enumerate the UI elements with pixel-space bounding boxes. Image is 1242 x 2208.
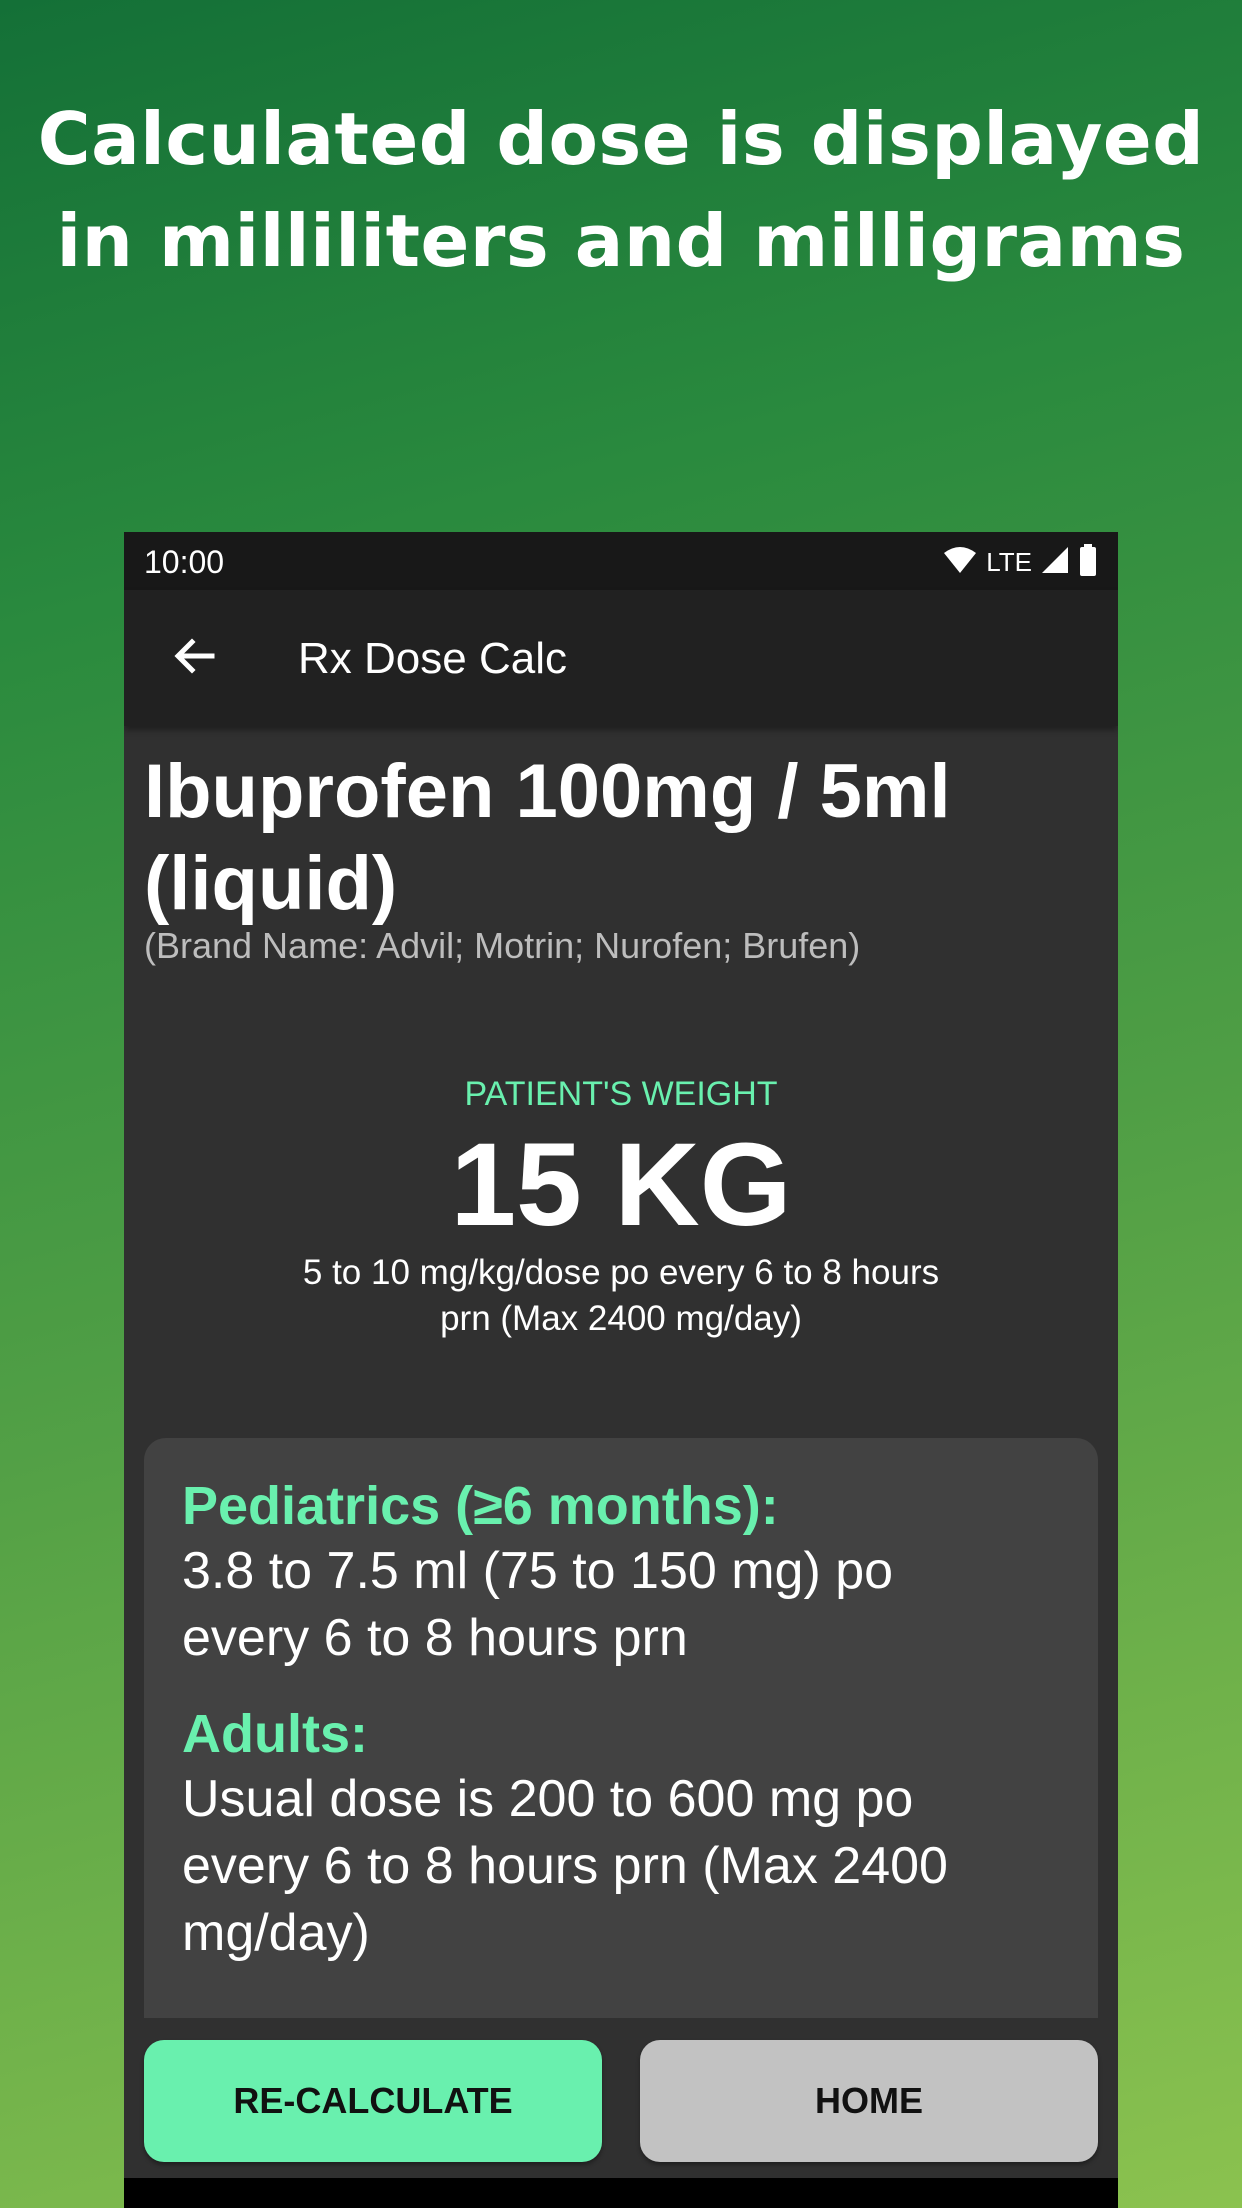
recalculate-button[interactable]: RE-CALCULATE <box>144 2040 602 2162</box>
promo-headline: Calculated dose is displayed in millilit… <box>0 88 1242 292</box>
pediatrics-dose-line2: every 6 to 8 hours prn <box>182 1609 688 1667</box>
dose-rule-line2: prn (Max 2400 mg/day) <box>440 1299 802 1338</box>
signal-icon <box>1040 545 1070 580</box>
dose-results-list: Pediatrics (≥6 months): 3.8 to 7.5 ml (7… <box>182 1474 1062 1967</box>
arrow-left-icon <box>172 634 216 682</box>
status-bar: 10:00 LTE <box>124 532 1118 590</box>
drug-name: Ibuprofen 100mg / 5ml (liquid) <box>144 746 1104 930</box>
adults-dose-line1: Usual dose is 200 to 600 mg po <box>182 1770 914 1828</box>
network-type: LTE <box>986 547 1032 577</box>
dose-results-card[interactable]: Pediatrics (≥6 months): 3.8 to 7.5 ml (7… <box>144 1438 1098 2018</box>
brand-names: (Brand Name: Advil; Motrin; Nurofen; Bru… <box>144 925 861 966</box>
drug-name-line2: (liquid) <box>144 841 398 926</box>
dose-rule-line1: 5 to 10 mg/kg/dose po every 6 to 8 hours <box>302 1253 940 1292</box>
adults-dose-line3: mg/day) <box>182 1904 370 1962</box>
adults-dose-line2: every 6 to 8 hours prn (Max 2400 <box>182 1837 948 1895</box>
app-bar: Rx Dose Calc <box>124 590 1118 726</box>
dose-rule: 5 to 10 mg/kg/dose po every 6 to 8 hours… <box>271 1250 971 1342</box>
weight-value: 15 KG <box>450 1119 792 1251</box>
promo-screen: Calculated dose is displayed in millilit… <box>0 0 1242 2208</box>
wifi-icon <box>942 545 978 580</box>
pediatrics-dose: 3.8 to 7.5 ml (75 to 150 mg) po every 6 … <box>182 1538 1062 1672</box>
adults-title: Adults: <box>182 1704 368 1764</box>
promo-headline-line1: Calculated dose is displayed <box>37 97 1205 181</box>
app-title: Rx Dose Calc <box>298 634 567 683</box>
status-icons: LTE <box>942 543 1098 581</box>
adults-dose: Usual dose is 200 to 600 mg po every 6 t… <box>182 1766 1062 1967</box>
drug-name-line1: Ibuprofen 100mg / 5ml <box>144 749 951 834</box>
status-time: 10:00 <box>144 544 225 580</box>
home-button[interactable]: HOME <box>640 2040 1098 2162</box>
navigation-bar <box>124 2178 1118 2208</box>
action-buttons: RE-CALCULATE HOME <box>144 2018 1098 2172</box>
pediatrics-dose-line1: 3.8 to 7.5 ml (75 to 150 mg) po <box>182 1542 894 1600</box>
back-button[interactable] <box>164 628 224 688</box>
battery-icon <box>1078 543 1098 581</box>
phone-screen: 10:00 LTE Rx Dose Calc Ibuprofen 100mg /… <box>124 532 1118 2208</box>
weight-label: PATIENT'S WEIGHT <box>464 1075 778 1113</box>
pediatrics-title: Pediatrics (≥6 months): <box>182 1476 779 1536</box>
promo-headline-line2: in milliliters and milligrams <box>56 199 1186 283</box>
